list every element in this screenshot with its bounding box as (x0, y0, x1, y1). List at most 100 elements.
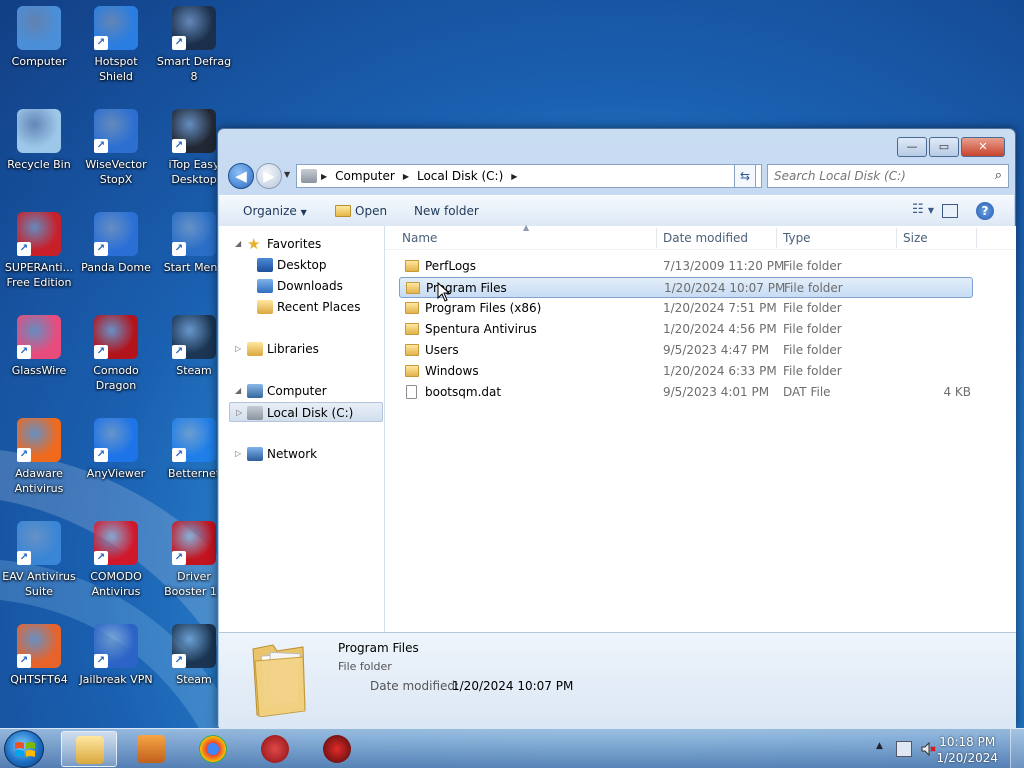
new-folder-label: New folder (414, 204, 479, 218)
desktop-shortcut[interactable]: ↗ Panda Dome (77, 206, 155, 275)
forward-button[interactable]: ▶ (256, 163, 282, 189)
desktop-shortcut[interactable]: ↗ Hotspot Shield (77, 0, 155, 84)
file-name: Spentura Antivirus (425, 322, 537, 336)
search-input[interactable] (774, 165, 984, 187)
open-label: Open (355, 204, 388, 218)
desktop-shortcut[interactable]: ↗ Smart Defrag 8 (155, 0, 233, 84)
close-button[interactable]: ✕ (961, 137, 1005, 157)
file-name: Windows (425, 364, 479, 378)
column-size[interactable]: Size (903, 231, 928, 245)
desktop-shortcut[interactable]: ↗ GlassWire (0, 309, 78, 378)
clock[interactable]: 10:18 PM 1/20/2024 (936, 734, 998, 766)
desktop-shortcut[interactable]: ↗ SUPERAnti... Free Edition (0, 206, 78, 290)
steam-icon: ↗ (172, 624, 216, 668)
command-bar: Organize ▼ Open New folder ☷ ▼ ? (219, 195, 1014, 227)
desktop-shortcut[interactable]: ↗ COMODO Antivirus (77, 515, 155, 599)
folder-icon (405, 344, 419, 356)
address-bar[interactable]: ▶ Computer ▶ Local Disk (C:) ▶ ▼ (296, 164, 762, 188)
file-row[interactable]: Spentura Antivirus 1/20/2024 4:56 PM File … (399, 319, 973, 340)
collapse-arrow-icon[interactable]: ◢ (235, 381, 241, 401)
volume-muted-icon[interactable] (920, 741, 936, 757)
collapse-arrow-icon[interactable]: ◢ (235, 234, 241, 254)
desktop-shortcut[interactable]: Computer (0, 0, 78, 69)
comodo-dragon-icon: ↗ (94, 315, 138, 359)
refresh-button[interactable]: ⇆ (734, 164, 756, 188)
nav-desktop[interactable]: Desktop (219, 255, 383, 275)
shortcut-arrow-icon: ↗ (17, 345, 31, 359)
shortcut-arrow-icon: ↗ (94, 654, 108, 668)
breadcrumb-chevron-icon[interactable]: ▶ (321, 172, 327, 181)
taskbar: ▲ 10:18 PM 1/20/2024 (0, 728, 1024, 768)
file-row[interactable]: PerfLogs 7/13/2009 11:20 PM File folder (399, 256, 973, 277)
comodo-dragon-taskbar-icon (261, 735, 289, 763)
explorer-window[interactable]: — ▭ ✕ ◀ ▶ ▼ ▶ Computer ▶ Local Disk (C:)… (217, 128, 1016, 728)
desktop-shortcut[interactable]: ↗ Adaware Antivirus (0, 412, 78, 496)
taskbar-button[interactable] (185, 731, 241, 767)
taskbar-button[interactable] (123, 731, 179, 767)
column-divider[interactable] (776, 228, 777, 248)
nav-favorites-label: Favorites (267, 237, 322, 251)
nav-favorites[interactable]: ◢ ★ Favorites (219, 234, 383, 254)
file-list[interactable]: ▲ Name Date modified Type Size PerfLogs 7… (385, 223, 1016, 632)
organize-button[interactable]: Organize ▼ (243, 204, 307, 218)
desktop-shortcut[interactable]: ↗ EAV Antivirus Suite (0, 515, 78, 599)
computer-icon (17, 6, 61, 50)
open-button[interactable]: Open (335, 204, 387, 218)
glasswire-icon: ↗ (17, 315, 61, 359)
new-folder-button[interactable]: New folder (414, 204, 479, 218)
file-type: File folder (784, 281, 843, 295)
file-name: Users (425, 343, 459, 357)
folder-icon (406, 282, 420, 294)
nav-network[interactable]: ▷ Network (219, 444, 383, 464)
shortcut-arrow-icon: ↗ (17, 654, 31, 668)
start-button[interactable] (4, 730, 44, 768)
expand-arrow-icon[interactable]: ▷ (235, 339, 241, 359)
file-row[interactable]: bootsqm.dat 9/5/2023 4:01 PM DAT File 4 KB (399, 382, 973, 403)
minimize-button[interactable]: — (897, 137, 927, 157)
file-row[interactable]: Program Files (x86) 1/20/2024 7:51 PM File… (399, 298, 973, 319)
breadcrumb-chevron-icon[interactable]: ▶ (511, 172, 517, 181)
desktop-shortcut[interactable]: Recycle Bin (0, 103, 78, 172)
taskbar-button[interactable] (247, 731, 303, 767)
chevron-down-icon: ▼ (300, 208, 307, 217)
taskbar-button[interactable] (309, 731, 365, 767)
column-name[interactable]: Name (402, 231, 437, 245)
help-icon[interactable]: ? (976, 202, 994, 220)
column-date[interactable]: Date modified (663, 231, 748, 245)
shortcut-arrow-icon: ↗ (172, 139, 186, 153)
nav-computer[interactable]: ◢ Computer (219, 381, 383, 401)
breadcrumb-chevron-icon[interactable]: ▶ (403, 172, 409, 181)
desktop-shortcut[interactable]: ↗ Comodo Dragon (77, 309, 155, 393)
desktop-shortcut[interactable]: ↗ QHTSFT64 (0, 618, 78, 687)
nav-network-label: Network (267, 447, 318, 461)
change-view-button[interactable]: ☷ ▼ (912, 202, 934, 217)
expand-arrow-icon[interactable]: ▷ (236, 403, 242, 423)
column-divider[interactable] (896, 228, 897, 248)
nav-recent-places[interactable]: Recent Places (219, 297, 383, 317)
desktop-shortcut[interactable]: ↗ AnyViewer (77, 412, 155, 481)
column-divider[interactable] (656, 228, 657, 248)
file-row[interactable]: Windows 1/20/2024 6:33 PM File folder (399, 361, 973, 382)
show-desktop-button[interactable] (1010, 729, 1024, 768)
column-divider[interactable] (976, 228, 977, 248)
back-button[interactable]: ◀ (228, 163, 254, 189)
breadcrumb-computer[interactable]: Computer (335, 169, 395, 183)
preview-pane-icon[interactable] (942, 204, 958, 218)
nav-local-disk[interactable]: ▷ Local Disk (C:) (229, 402, 383, 422)
search-box[interactable]: ⌕ (767, 164, 1009, 188)
expand-arrow-icon[interactable]: ▷ (235, 444, 241, 464)
nav-downloads[interactable]: Downloads (219, 276, 383, 296)
maximize-button[interactable]: ▭ (929, 137, 959, 157)
show-hidden-icons-icon[interactable]: ▲ (876, 741, 883, 751)
recent-pages-dropdown-icon[interactable]: ▼ (284, 170, 290, 179)
network-tray-icon[interactable] (896, 741, 912, 757)
file-row[interactable]: Program Files 1/20/2024 10:07 PM File fold… (399, 277, 973, 298)
taskbar-button[interactable] (61, 731, 117, 767)
file-row[interactable]: Users 9/5/2023 4:47 PM File folder (399, 340, 973, 361)
nav-libraries[interactable]: ▷ Libraries (219, 339, 383, 359)
desktop-shortcut[interactable]: ↗ WiseVector StopX (77, 103, 155, 187)
desktop-shortcut[interactable]: ↗ Jailbreak VPN (77, 618, 155, 687)
search-icon[interactable]: ⌕ (995, 168, 1002, 183)
breadcrumb-local-disk[interactable]: Local Disk (C:) (417, 169, 503, 183)
column-type[interactable]: Type (783, 231, 811, 245)
